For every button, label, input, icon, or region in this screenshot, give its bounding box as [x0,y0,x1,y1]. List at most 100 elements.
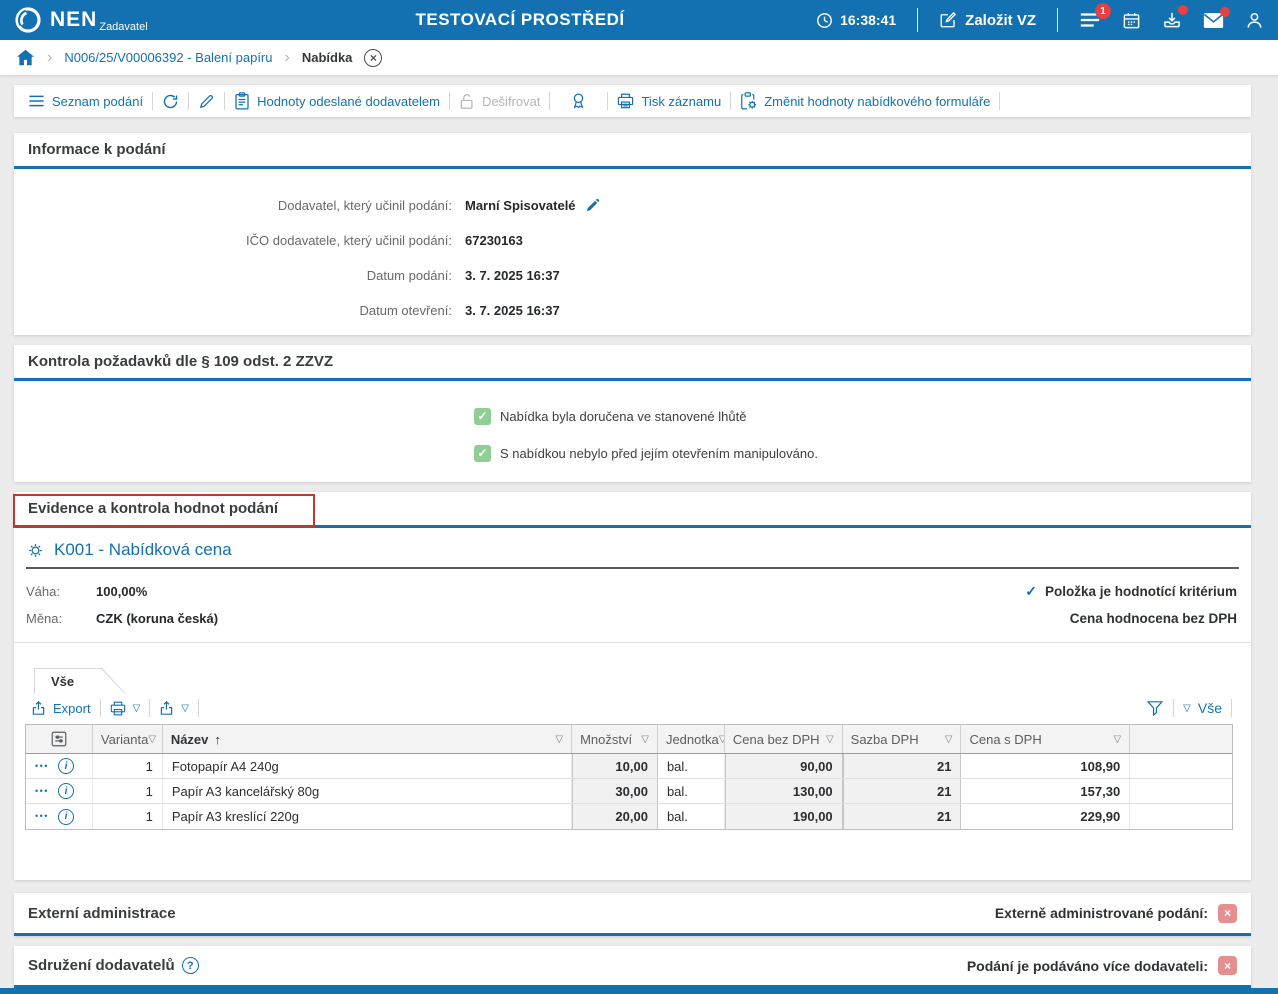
divider [607,92,608,110]
downloads-button[interactable] [1162,10,1182,30]
cell-cena-bez-dph: 90,00 [725,754,843,778]
export-button[interactable]: Export [26,700,96,716]
criterion-currency-row: Měna:CZK (koruna česká) Cena hodnocena b… [26,605,1237,632]
divider [1173,699,1174,717]
home-icon[interactable] [16,49,35,66]
section-title: Informace k podání [14,133,1251,166]
criterion-header: K001 - Nabídková cena [26,540,1239,569]
chevron-right-icon: › [285,49,290,67]
time-value: 16:38:41 [840,12,896,28]
menu-notification-badge: 1 [1095,3,1111,19]
column-label: Cena s DPH [969,732,1041,747]
list-icon [28,94,45,108]
items-table: Varianta ▽ Název ↑ ▽ Množství ▽ Jednotka [25,724,1233,830]
edit-supplier-icon[interactable] [585,198,600,213]
field-dodavatel: Dodavatel, který učinil podání: Marní Sp… [14,188,1251,223]
edit-button[interactable] [193,93,220,110]
grid-print-button[interactable]: ▽ [105,701,146,716]
create-vz-label: Založit VZ [965,12,1036,29]
create-vz-button[interactable]: Založit VZ [939,11,1036,29]
cell-varianta: 1 [93,779,163,803]
filter-icon[interactable]: ▽ [945,734,953,745]
tisk-zaznamu-label: Tisk záznamu [641,94,721,109]
profile-button[interactable] [1245,11,1264,30]
flag-label: Externě administrované podání: [995,905,1208,921]
help-icon[interactable]: ? [182,957,199,974]
dropdown-arrow-icon: ▽ [181,703,189,714]
cell-sazba-dph: 21 [843,754,962,778]
criterion-title: K001 - Nabídková cena [54,540,232,560]
column-settings-button[interactable] [26,725,93,753]
filter-icon[interactable]: ▽ [1113,734,1121,745]
main-menu-button[interactable]: 1 [1079,11,1101,29]
filter-icon[interactable]: ▽ [641,734,649,745]
zmenit-hodnoty-button[interactable]: Změnit hodnoty nabídkového formuláře [735,92,995,110]
refresh-button[interactable] [157,93,184,110]
column-header-cena-bez-dph[interactable]: Cena bez DPH ▽ [725,725,843,753]
section-title: Evidence a kontrola hodnot podání [14,492,1251,525]
view-select[interactable]: ▽ Vše [1178,700,1227,716]
zmenit-hodnoty-label: Změnit hodnoty nabídkového formuláře [764,94,990,109]
breadcrumb-link-contract[interactable]: N006/25/V00006392 - Balení papíru [64,50,272,65]
environment-title: TESTOVACÍ PROSTŘEDÍ [224,10,816,30]
field-value: 3. 7. 2025 16:37 [465,268,560,283]
footer-bar [0,988,1278,994]
cell-mnozstvi: 20,00 [572,804,658,829]
row-info-icon[interactable]: i [58,783,74,799]
award-icon [570,92,587,110]
row-menu-icon[interactable]: ••• [35,762,49,771]
column-header-varianta[interactable]: Varianta ▽ [93,725,163,753]
field-value: 3. 7. 2025 16:37 [465,303,560,318]
filter-icon[interactable]: ▽ [826,734,834,745]
criterion-weight-row: Váha:100,00% ✓ Položka je hodnotící krit… [26,578,1237,605]
messages-button[interactable] [1203,12,1224,29]
column-header-spacer [1130,725,1232,753]
hodnoty-odeslane-button[interactable]: Hodnoty odeslané dodavatelem [229,92,445,110]
calendar-button[interactable] [1122,11,1141,30]
award-button[interactable] [554,92,603,110]
row-menu-icon[interactable]: ••• [35,812,49,821]
tisk-zaznamu-button[interactable]: Tisk záznamu [612,93,726,109]
column-label: Název [171,732,209,747]
row-info-icon[interactable]: i [58,758,74,774]
sdruzeni-flag: Podání je podáváno více dodavateli: × [967,956,1237,975]
row-info-icon[interactable]: i [58,809,74,825]
downloads-notification-dot [1178,5,1188,15]
cell-sazba-dph: 21 [843,779,962,803]
column-header-nazev[interactable]: Název ↑ ▽ [163,725,572,753]
column-header-mnozstvi[interactable]: Množství ▽ [572,725,658,753]
checkbox-checked-icon[interactable]: ✓ [474,408,491,425]
row-menu-icon[interactable]: ••• [35,787,49,796]
filter-button[interactable] [1141,700,1169,716]
hodnoty-odeslane-label: Hodnoty odeslané dodavatelem [257,94,440,109]
sort-asc-icon[interactable]: ↑ [214,732,221,747]
seznam-podani-button[interactable]: Seznam podání [23,94,148,109]
filter-icon[interactable]: ▽ [148,734,156,745]
tab-vse-label[interactable]: Vše [35,669,125,694]
close-tab-icon[interactable]: × [364,49,382,67]
flag-label: Položka je hodnotící kritérium [1045,584,1237,599]
flag-no-icon: × [1218,956,1237,975]
column-header-jednotka[interactable]: Jednotka ▽ [658,725,725,753]
session-time: 16:38:41 [816,12,896,29]
column-header-sazba-dph[interactable]: Sazba DPH ▽ [843,725,962,753]
field-label: IČO dodavatele, který učinil podání: [14,233,452,248]
column-label: Varianta [101,732,148,747]
tab-vse[interactable]: Vše [34,668,126,694]
brand-area[interactable]: NEN Zadavatel [14,6,224,34]
grid-share-button[interactable]: ▽ [154,700,194,716]
export-label: Export [53,701,91,716]
compose-icon [939,11,957,29]
cell-spacer [1130,779,1232,803]
cell-nazev: Papír A3 kancelářský 80g [163,779,572,803]
checkbox-checked-icon[interactable]: ✓ [474,445,491,462]
chevron-right-icon: › [47,49,52,67]
filter-icon[interactable]: ▽ [555,734,563,745]
nen-logo-icon [14,6,42,34]
field-label: Dodavatel, který učinil podání: [14,198,452,213]
dropdown-arrow-icon: ▽ [133,703,141,714]
column-header-cena-s-dph[interactable]: Cena s DPH ▽ [961,725,1130,753]
table-row: ••• i 1 Fotopapír A4 240g 10,00 bal. 90,… [26,754,1232,779]
flag-label: Podání je podáváno více dodavateli: [967,958,1208,974]
field-value: 67230163 [465,233,523,248]
